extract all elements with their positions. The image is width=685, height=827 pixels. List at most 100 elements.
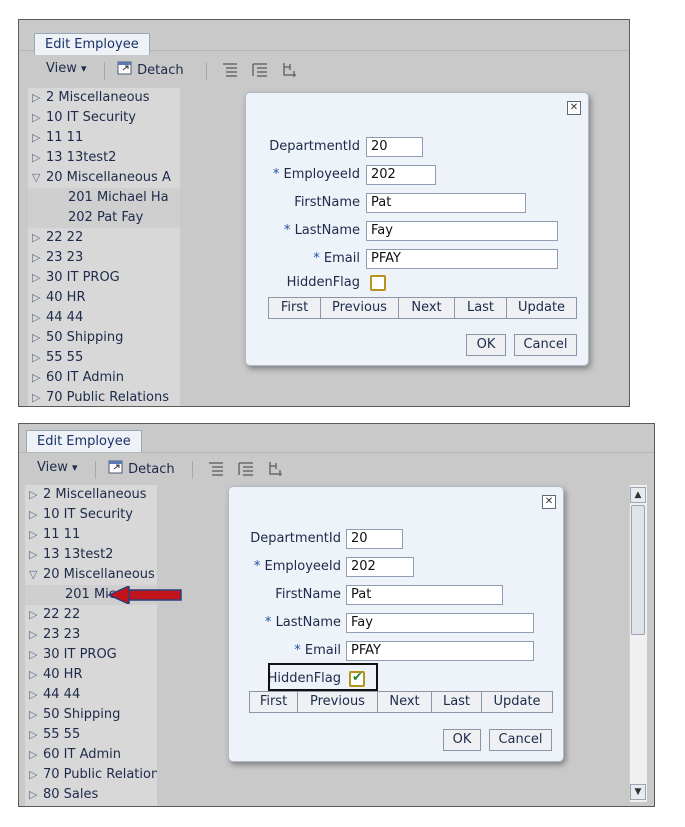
hidden-flag-checkbox[interactable] bbox=[370, 275, 386, 291]
tree-item[interactable]: ▷ 60 IT Admin bbox=[25, 745, 157, 765]
collapsed-arrow-icon[interactable]: ▷ bbox=[29, 525, 43, 545]
first-name-input[interactable]: Pat bbox=[366, 193, 526, 213]
tree-item[interactable]: ▷ 10 IT Security bbox=[25, 505, 157, 525]
collapse-all-icon[interactable] bbox=[237, 460, 255, 478]
previous-button[interactable]: Previous bbox=[298, 692, 378, 712]
tree-item[interactable]: ▷ 60 IT Admin bbox=[28, 368, 180, 388]
tree-item[interactable]: ▷ 44 44 bbox=[25, 685, 157, 705]
collapsed-arrow-icon[interactable]: ▷ bbox=[32, 288, 46, 308]
scroll-up-icon[interactable]: ▲ bbox=[630, 487, 646, 503]
cancel-button[interactable]: Cancel bbox=[489, 729, 552, 751]
collapsed-arrow-icon[interactable]: ▷ bbox=[32, 148, 46, 168]
collapsed-arrow-icon[interactable]: ▷ bbox=[29, 605, 43, 625]
collapsed-arrow-icon[interactable]: ▷ bbox=[29, 745, 43, 765]
tree-item[interactable]: ▷ 23 23 bbox=[28, 248, 180, 268]
tree-item[interactable]: ▷ 11 11 bbox=[25, 525, 157, 545]
collapsed-arrow-icon[interactable]: ▷ bbox=[32, 228, 46, 248]
hierarchy-icon[interactable] bbox=[281, 61, 299, 79]
expand-all-icon[interactable] bbox=[207, 460, 225, 478]
tree-item[interactable]: ▷ 30 IT PROG bbox=[28, 268, 180, 288]
expanded-arrow-icon[interactable]: ▽ bbox=[29, 565, 43, 585]
tree-item[interactable]: ▷ 55 55 bbox=[28, 348, 180, 368]
employee-id-input[interactable]: 202 bbox=[346, 557, 414, 577]
tab-edit-employee[interactable]: Edit Employee bbox=[34, 33, 150, 55]
email-input[interactable]: PFAY bbox=[366, 249, 558, 269]
collapsed-arrow-icon[interactable]: ▷ bbox=[32, 388, 46, 406]
collapsed-arrow-icon[interactable]: ▷ bbox=[29, 685, 43, 705]
tree-item[interactable]: ▷ 23 23 bbox=[25, 625, 157, 645]
next-button[interactable]: Next bbox=[378, 692, 432, 712]
tree-item[interactable]: ▷ 50 Shipping bbox=[25, 705, 157, 725]
department-id-input[interactable]: 20 bbox=[346, 529, 403, 549]
email-input[interactable]: PFAY bbox=[346, 641, 534, 661]
tab-edit-employee[interactable]: Edit Employee bbox=[26, 430, 142, 452]
hierarchy-icon[interactable] bbox=[267, 460, 285, 478]
expand-all-icon[interactable] bbox=[221, 61, 239, 79]
last-button[interactable]: Last bbox=[455, 298, 507, 318]
vertical-scrollbar[interactable]: ▲ ▼ bbox=[629, 485, 647, 802]
update-button[interactable]: Update bbox=[482, 692, 552, 712]
ok-button[interactable]: OK bbox=[443, 729, 481, 751]
view-menu-button[interactable]: View ▾ bbox=[37, 459, 78, 477]
collapsed-arrow-icon[interactable]: ▷ bbox=[32, 268, 46, 288]
tree-item[interactable]: ▷ 40 HR bbox=[25, 665, 157, 685]
tree-item[interactable]: ▷ 80 Sales bbox=[25, 785, 157, 805]
update-button[interactable]: Update bbox=[507, 298, 576, 318]
collapsed-arrow-icon[interactable]: ▷ bbox=[29, 665, 43, 685]
collapsed-arrow-icon[interactable]: ▷ bbox=[32, 128, 46, 148]
tree-item[interactable]: ▷ 30 IT PROG bbox=[25, 645, 157, 665]
close-icon[interactable]: ✕ bbox=[567, 101, 581, 115]
next-button[interactable]: Next bbox=[399, 298, 455, 318]
collapsed-arrow-icon[interactable]: ▷ bbox=[32, 368, 46, 388]
tree-item[interactable]: ▽ 20 Miscellaneous A bbox=[28, 168, 180, 188]
ok-button[interactable]: OK bbox=[466, 334, 506, 356]
tree-item[interactable]: ▷ 55 55 bbox=[25, 725, 157, 745]
cancel-button[interactable]: Cancel bbox=[514, 334, 577, 356]
tree-item[interactable]: ▷ 40 HR bbox=[28, 288, 180, 308]
department-id-input[interactable]: 20 bbox=[366, 137, 423, 157]
collapsed-arrow-icon[interactable]: ▷ bbox=[29, 485, 43, 505]
tree-item[interactable]: ▷ 13 13test2 bbox=[25, 545, 157, 565]
collapse-all-icon[interactable] bbox=[251, 61, 269, 79]
scroll-down-icon[interactable]: ▼ bbox=[630, 784, 646, 800]
first-button[interactable]: First bbox=[250, 692, 298, 712]
previous-button[interactable]: Previous bbox=[321, 298, 399, 318]
tree-item[interactable]: ▷ 22 22 bbox=[28, 228, 180, 248]
collapsed-arrow-icon[interactable]: ▷ bbox=[29, 625, 43, 645]
collapsed-arrow-icon[interactable]: ▷ bbox=[29, 545, 43, 565]
expanded-arrow-icon[interactable]: ▽ bbox=[32, 168, 46, 188]
last-name-input[interactable]: Fay bbox=[346, 613, 534, 633]
tree-item[interactable]: ▷ 70 Public Relations bbox=[28, 388, 180, 406]
collapsed-arrow-icon[interactable]: ▷ bbox=[32, 308, 46, 328]
last-button[interactable]: Last bbox=[432, 692, 482, 712]
tree-item[interactable]: ▷ 44 44 bbox=[28, 308, 180, 328]
tree-item[interactable]: ▷ 2 Miscellaneous bbox=[25, 485, 157, 505]
tree-item[interactable]: ▷ 50 Shipping bbox=[28, 328, 180, 348]
tree-item[interactable]: ▷ 10 IT Security bbox=[28, 108, 180, 128]
first-name-input[interactable]: Pat bbox=[346, 585, 503, 605]
tree-item[interactable]: ▽ 20 Miscellaneous A bbox=[25, 565, 157, 585]
collapsed-arrow-icon[interactable]: ▷ bbox=[32, 88, 46, 108]
tree-child-item[interactable]: 202 Pat Fay bbox=[28, 208, 180, 228]
collapsed-arrow-icon[interactable]: ▷ bbox=[32, 328, 46, 348]
collapsed-arrow-icon[interactable]: ▷ bbox=[29, 765, 43, 785]
close-icon[interactable]: ✕ bbox=[542, 495, 556, 509]
collapsed-arrow-icon[interactable]: ▷ bbox=[32, 248, 46, 268]
last-name-input[interactable]: Fay bbox=[366, 221, 558, 241]
tree-item[interactable]: ▷ 13 13test2 bbox=[28, 148, 180, 168]
collapsed-arrow-icon[interactable]: ▷ bbox=[29, 645, 43, 665]
collapsed-arrow-icon[interactable]: ▷ bbox=[32, 348, 46, 368]
first-button[interactable]: First bbox=[269, 298, 321, 318]
scrollbar-thumb[interactable] bbox=[631, 505, 645, 635]
tree-item[interactable]: ▷ 2 Miscellaneous bbox=[28, 88, 180, 108]
collapsed-arrow-icon[interactable]: ▷ bbox=[29, 725, 43, 745]
tree-item[interactable]: ▷ 70 Public Relations bbox=[25, 765, 157, 785]
tree-item[interactable]: ▷ 22 22 bbox=[25, 605, 157, 625]
detach-button[interactable]: Detach bbox=[117, 60, 184, 80]
collapsed-arrow-icon[interactable]: ▷ bbox=[32, 108, 46, 128]
tree-item[interactable]: ▷ 11 11 bbox=[28, 128, 180, 148]
employee-id-input[interactable]: 202 bbox=[366, 165, 436, 185]
collapsed-arrow-icon[interactable]: ▷ bbox=[29, 505, 43, 525]
collapsed-arrow-icon[interactable]: ▷ bbox=[29, 705, 43, 725]
view-menu-button[interactable]: View ▾ bbox=[46, 60, 87, 78]
